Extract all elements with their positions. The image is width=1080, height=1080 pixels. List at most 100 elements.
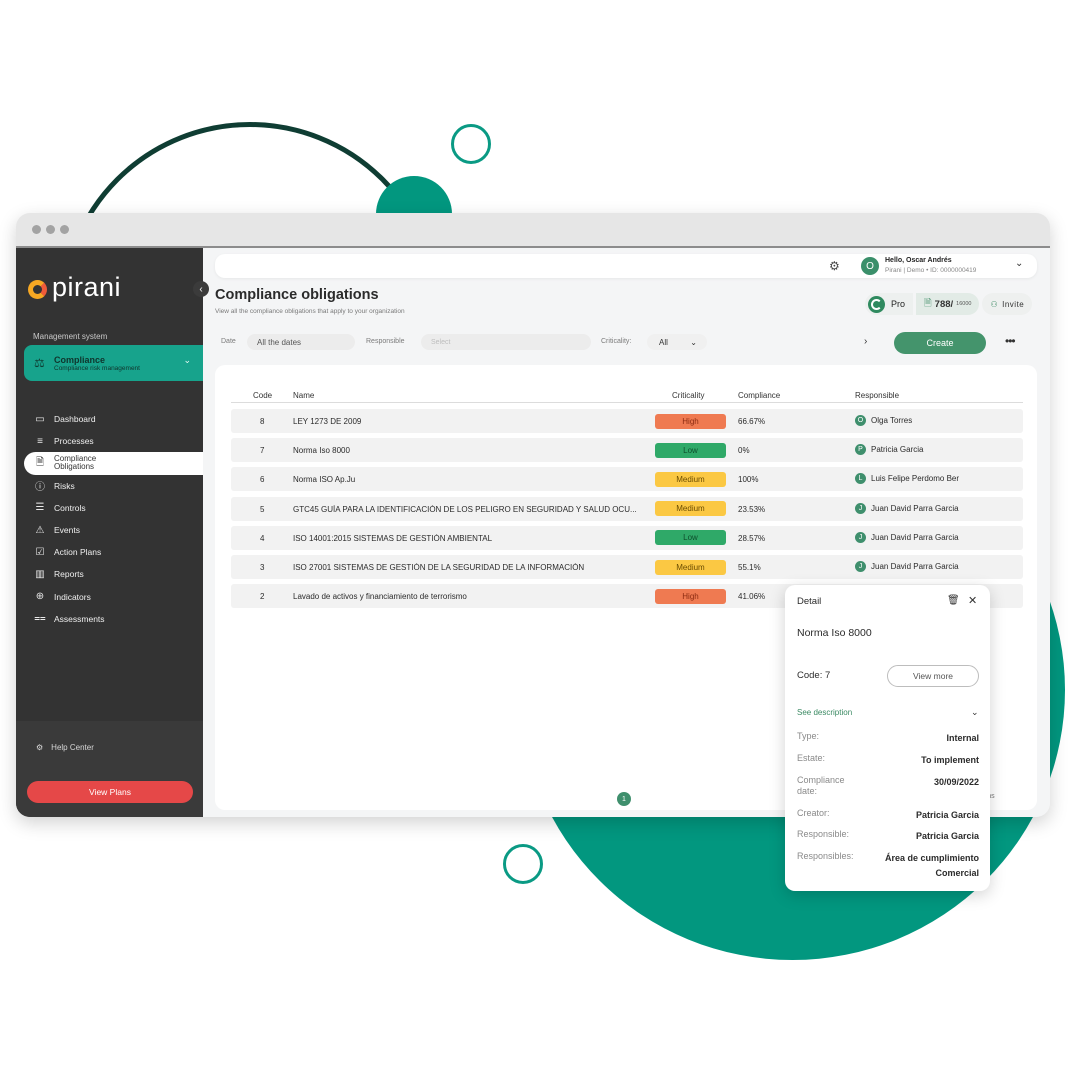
row-compliance: 66.67% xyxy=(738,417,766,426)
see-description-toggle[interactable]: See description xyxy=(797,708,852,717)
row-name: LEY 1273 DE 2009 xyxy=(293,417,362,426)
sliders-icon: ☰ xyxy=(35,502,45,514)
filter-bar: Date All the dates Responsible Select Cr… xyxy=(203,332,1050,354)
chevron-down-icon[interactable]: ⌄ xyxy=(1015,258,1023,269)
plan-icon xyxy=(868,295,885,313)
criticality-filter[interactable]: All ⌄ xyxy=(647,334,707,350)
responsible-filter-label: Responsible xyxy=(366,338,405,345)
section-label: Management system xyxy=(33,332,108,341)
module-subtitle: Compliance risk management xyxy=(54,364,140,372)
user-icon: ⚇ xyxy=(990,299,999,309)
responsible-filter[interactable]: Select xyxy=(421,334,591,350)
sidebar-item-action-plans[interactable]: ☑ Action Plans xyxy=(16,541,203,563)
row-name: ISO 27001 SISTEMAS DE GESTIÓN DE LA SEGU… xyxy=(293,563,585,572)
sidebar-item-events[interactable]: ⚠ Events xyxy=(16,519,203,541)
user-avatar[interactable]: O xyxy=(861,257,879,275)
detail-code: Code: 7 xyxy=(797,670,831,681)
table-row[interactable]: 8 LEY 1273 DE 2009 High 66.67% O Olga Torres xyxy=(231,409,1023,433)
view-plans-button[interactable]: View Plans xyxy=(27,781,193,803)
sidebar-item-dashboard[interactable]: ▭ Dashboard xyxy=(16,408,203,430)
row-compliance: 23.53% xyxy=(738,504,766,514)
module-selector[interactable]: ⚖ Compliance Compliance risk management … xyxy=(24,345,211,381)
date-filter-label: Date xyxy=(221,338,236,345)
detail-field-value: Internal xyxy=(946,733,979,743)
row-code: 3 xyxy=(260,563,265,572)
row-responsible: Juan David Parra Garcia xyxy=(871,503,959,513)
document-icon: 🗎 xyxy=(924,298,932,309)
row-code: 8 xyxy=(260,417,265,426)
column-responsible[interactable]: Responsible xyxy=(855,391,899,400)
page-title: Compliance obligations xyxy=(215,287,379,303)
chevron-down-icon[interactable]: ⌄ xyxy=(971,707,979,718)
row-name: ISO 14001:2015 SISTEMAS DE GESTIÓN AMBIE… xyxy=(293,533,493,543)
row-name: GTC45 GUÍA PARA LA IDENTIFICACIÓN DE LOS… xyxy=(293,504,637,514)
detail-field-key: Estate: xyxy=(797,753,826,763)
compliance-icon: ⚖ xyxy=(34,356,45,370)
detail-field-key: Responsible: xyxy=(797,829,850,839)
user-greeting: Hello, Oscar Andrés xyxy=(885,257,952,264)
chevron-right-icon[interactable]: › xyxy=(864,336,867,347)
sidebar-item-indicators[interactable]: ⊕ Indicators xyxy=(16,586,203,608)
criticality-badge: Low xyxy=(655,530,726,546)
table-row[interactable]: 3 ISO 27001 SISTEMAS DE GESTIÓN DE LA SEG… xyxy=(231,555,1023,579)
detail-field-value: Patricia Garcia xyxy=(915,831,979,841)
row-responsible: Patricia Garcia xyxy=(871,445,924,455)
detail-field-key: Type: xyxy=(797,731,820,741)
create-button[interactable]: Create xyxy=(894,332,986,354)
collapse-sidebar-button[interactable]: ‹ xyxy=(193,281,209,297)
pirani-logo[interactable]: pirani xyxy=(28,272,122,305)
assessment-icon: ⩵ xyxy=(34,613,46,625)
responsible-avatar: J xyxy=(855,531,866,543)
chevron-down-icon: ⌄ xyxy=(183,355,191,365)
sidebar-nav: ▭ Dashboard ≡ Processes 🗎 Compliance Obl… xyxy=(16,408,203,630)
sidebar-item-controls[interactable]: ☰ Controls xyxy=(16,497,203,519)
row-compliance: 41.06% xyxy=(738,592,766,602)
more-options-button[interactable]: ••• xyxy=(1005,334,1016,348)
responsible-avatar: J xyxy=(855,502,866,514)
criticality-badge: Low xyxy=(655,442,726,458)
decorative-ring-top xyxy=(451,124,491,164)
chevron-down-icon: ⌄ xyxy=(690,337,697,347)
sidebar-item-processes[interactable]: ≡ Processes xyxy=(16,430,203,452)
table-row[interactable]: 6 Norma ISO Ap.Ju Medium 100% L Luis Felipe P… xyxy=(231,467,1023,492)
help-center-link[interactable]: ⚙ Help Center xyxy=(36,743,94,752)
trash-icon[interactable]: 🗑 xyxy=(947,595,960,606)
pagination-page[interactable]: 1 xyxy=(617,792,631,806)
view-more-button[interactable]: View more xyxy=(887,665,979,687)
responsible-avatar: O xyxy=(855,415,866,426)
row-code: 6 xyxy=(260,475,265,485)
table-row[interactable]: 4 ISO 14001:2015 SISTEMAS DE GESTIÓN AMBI… xyxy=(231,525,1023,550)
row-compliance: 28.57% xyxy=(738,533,766,543)
logo-text: pirani xyxy=(52,272,122,302)
sidebar-item-assessments[interactable]: ⩵ Assessments xyxy=(16,608,203,630)
sidebar-item-reports[interactable]: ▥ Reports xyxy=(16,563,203,585)
criticality-badge: High xyxy=(655,413,726,429)
table-row[interactable]: 7 Norma Iso 8000 Low 0% P Patricia Garcia xyxy=(231,438,1023,463)
column-code[interactable]: Code xyxy=(253,391,272,400)
detail-panel: Detail 🗑 ✕ Norma Iso 8000 Code: 7 View m… xyxy=(785,585,990,891)
sidebar-item-risks[interactable]: ⓘ Risks xyxy=(16,475,203,497)
plan-badge[interactable]: Pro xyxy=(865,293,914,315)
detail-field-value: Área de cumplimiento Comercial xyxy=(884,853,979,879)
detail-field-value: 30/09/2022 xyxy=(933,777,979,787)
window-dot xyxy=(60,225,69,234)
criticality-badge: Medium xyxy=(655,559,726,575)
gear-icon[interactable]: ⚙ xyxy=(829,259,840,273)
column-criticality[interactable]: Criticality xyxy=(672,391,704,400)
table-row[interactable]: 5 GTC45 GUÍA PARA LA IDENTIFICACIÓN DE LO… xyxy=(231,496,1023,521)
column-name[interactable]: Name xyxy=(293,391,314,400)
invite-button[interactable]: ⚇ Invite xyxy=(982,293,1033,315)
criticality-badge: High xyxy=(655,588,726,604)
column-compliance[interactable]: Compliance xyxy=(738,391,780,400)
row-responsible: Olga Torres xyxy=(871,416,913,425)
row-responsible: Luis Felipe Perdomo Ber xyxy=(871,474,960,484)
close-icon[interactable]: ✕ xyxy=(968,594,977,607)
bar-chart-icon: ▥ xyxy=(35,568,45,580)
monitor-icon: ▭ xyxy=(35,413,45,425)
date-filter[interactable]: All the dates xyxy=(247,334,355,350)
module-title: Compliance xyxy=(54,354,106,365)
row-responsible: Juan David Parra Garcia xyxy=(871,532,959,542)
row-name: Norma Iso 8000 xyxy=(293,446,350,456)
sidebar-item-compliance-obligations[interactable]: 🗎 Compliance Obligations xyxy=(24,452,203,475)
help-icon: ⚙ xyxy=(36,743,44,752)
